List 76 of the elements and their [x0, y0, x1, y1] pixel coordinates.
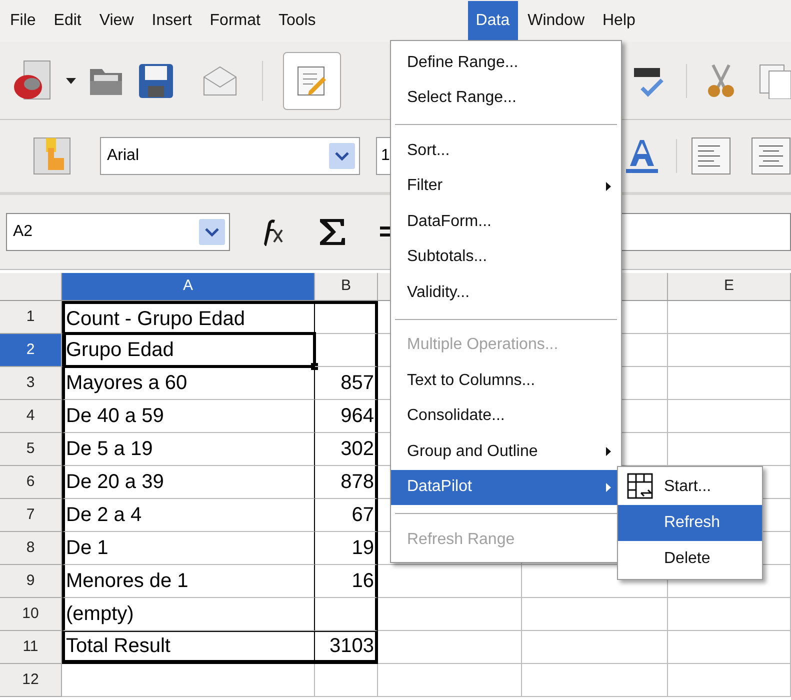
table-cell: De 40 a 59	[62, 400, 315, 433]
table-cell: 3103	[315, 631, 378, 664]
table-cell: (empty)	[62, 598, 315, 631]
cell-reference-text: A2	[13, 222, 34, 242]
table-cell: 964	[315, 400, 378, 433]
menu-item[interactable]: File	[2, 1, 44, 41]
row-header[interactable]: 11	[0, 631, 62, 664]
submenu-arrow-icon	[606, 482, 611, 492]
table-cell: 19	[315, 532, 378, 565]
table-cell	[315, 598, 378, 631]
menu-item[interactable]: Subtotals...	[391, 240, 621, 275]
menu-item[interactable]: Start...	[618, 469, 762, 505]
row-header[interactable]: 6	[0, 466, 62, 499]
sum-icon[interactable]	[318, 217, 346, 247]
table-cell: 878	[315, 466, 378, 499]
menu-item[interactable]: Text to Columns...	[391, 363, 621, 398]
menu-item[interactable]: Delete	[618, 541, 762, 577]
menu-item[interactable]: Edit	[46, 1, 90, 41]
menu-item[interactable]: Help	[594, 1, 644, 41]
menu-item[interactable]: Tools	[270, 1, 324, 41]
table-cell: 67	[315, 499, 378, 532]
submenu-arrow-icon	[606, 182, 611, 191]
table-cell	[315, 301, 378, 334]
row-header[interactable]: 3	[0, 367, 62, 400]
font-name-field[interactable]: Arial	[100, 137, 360, 175]
caret-icon[interactable]	[66, 78, 76, 84]
menu-item[interactable]: DataForm...	[391, 204, 621, 240]
align-left-icon[interactable]	[691, 137, 731, 175]
menu-item[interactable]: Select Range...	[391, 80, 621, 116]
menu-item[interactable]: Format	[202, 1, 268, 41]
table-cell: Count - Grupo Edad	[62, 301, 315, 334]
row-header[interactable]: 12	[0, 664, 62, 697]
table-cell: Mayores a 60	[62, 367, 315, 400]
table-cell: De 5 a 19	[62, 433, 315, 466]
pencil-page-icon	[295, 64, 329, 98]
table-cell: Grupo Edad	[62, 334, 315, 367]
pivot-table-icon	[627, 473, 655, 501]
menu-item[interactable]: Validity...	[391, 275, 621, 310]
edit-file-button[interactable]	[283, 52, 341, 110]
dropdown-icon[interactable]	[199, 219, 225, 245]
menu-item[interactable]: Define Range...	[391, 45, 621, 80]
menu-item[interactable]: Filter	[391, 168, 621, 204]
row-header[interactable]: 5	[0, 433, 62, 466]
table-cell: De 2 a 4	[62, 499, 315, 532]
table-cell: Total Result	[62, 631, 315, 664]
name-box[interactable]: A2	[6, 213, 230, 251]
column-header[interactable]: A	[62, 273, 315, 300]
table-cell	[315, 334, 378, 367]
submenu-arrow-icon	[606, 447, 611, 456]
align-center-icon[interactable]	[751, 137, 791, 175]
menu-item[interactable]: Group and Outline	[391, 434, 621, 470]
menu-item[interactable]: Refresh	[618, 505, 762, 541]
menu-item[interactable]: View	[91, 1, 142, 41]
row-header[interactable]: 4	[0, 400, 62, 433]
row-header[interactable]: 7	[0, 499, 62, 532]
table-cell: De 20 a 39	[62, 466, 315, 499]
table-cell: 302	[315, 433, 378, 466]
dropdown-icon[interactable]	[329, 143, 355, 169]
menu-item[interactable]: Sort...	[391, 133, 621, 168]
row-header[interactable]: 1	[0, 301, 62, 334]
equals-icon[interactable]	[380, 225, 390, 239]
row-header[interactable]: 8	[0, 532, 62, 565]
table-cell	[315, 664, 378, 697]
row-header[interactable]: 2	[0, 334, 62, 367]
menu-item[interactable]: Insert	[144, 1, 200, 41]
row-header[interactable]: 10	[0, 598, 62, 631]
table-cell: Menores de 1	[62, 565, 315, 598]
row-header[interactable]: 9	[0, 565, 62, 598]
menu-item[interactable]: Window	[520, 1, 592, 41]
table-cell: 16	[315, 565, 378, 598]
table-cell: 857	[315, 367, 378, 400]
table-cell: De 1	[62, 532, 315, 565]
menu-item[interactable]: Consolidate...	[391, 398, 621, 434]
menu-item[interactable]: Data	[468, 1, 518, 41]
font-name-text: Arial	[107, 146, 140, 166]
copy-icon[interactable]	[759, 62, 791, 98]
